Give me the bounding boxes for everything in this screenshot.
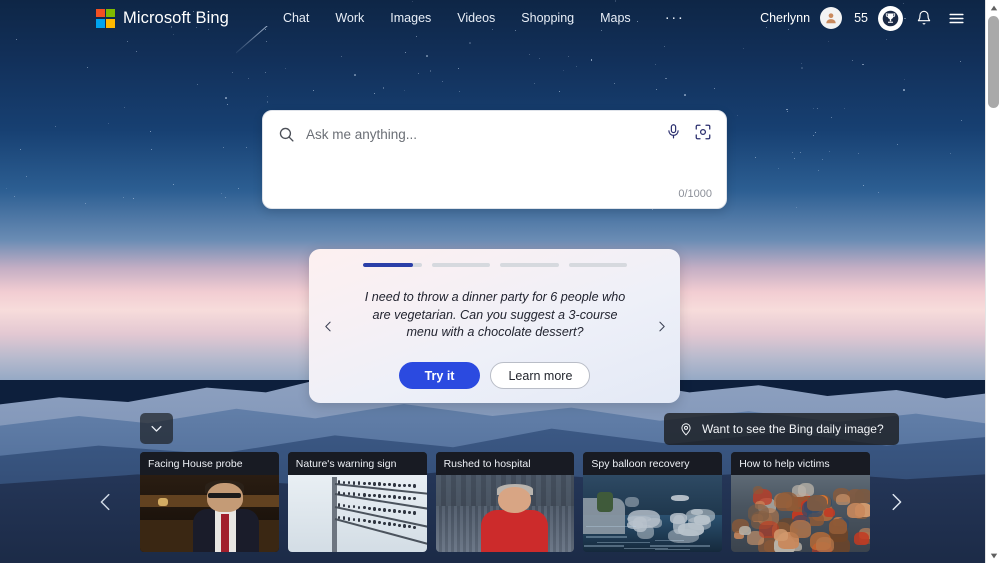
news-card-image — [583, 475, 723, 552]
person-avatar-icon — [826, 13, 836, 24]
news-card[interactable]: Facing House probe — [140, 452, 279, 552]
news-card-title: Nature's warning sign — [287, 452, 427, 475]
microphone-button[interactable] — [665, 123, 682, 145]
nav-more-button[interactable]: ··· — [665, 10, 685, 25]
microphone-icon — [668, 124, 679, 139]
nav-item-shopping[interactable]: Shopping — [521, 11, 574, 25]
news-carousel: Facing House probe Nature's warning sign… — [140, 452, 870, 552]
news-card-title: Spy balloon recovery — [583, 452, 723, 475]
chevron-right-icon — [892, 493, 902, 511]
bing-logo-link[interactable]: Microsoft Bing — [96, 8, 229, 28]
bing-homepage: Microsoft Bing Chat Work Images Videos S… — [0, 0, 1000, 563]
nav-item-videos[interactable]: Videos — [457, 11, 495, 25]
try-it-button[interactable]: Try it — [398, 362, 481, 389]
search-actions — [665, 123, 712, 146]
search-icon — [279, 127, 294, 142]
visual-search-button[interactable] — [694, 123, 712, 146]
news-card-image — [140, 475, 279, 552]
bell-icon — [917, 10, 931, 25]
search-row — [263, 111, 726, 157]
scroll-down-arrow-icon — [990, 553, 997, 558]
suggestion-actions: Try it Learn more — [309, 362, 680, 389]
location-pin-icon — [681, 423, 691, 436]
nav-item-maps[interactable]: Maps — [600, 11, 631, 25]
carousel-progress — [363, 263, 627, 267]
page-scrollbar[interactable] — [985, 0, 1000, 563]
chevron-left-icon — [100, 493, 110, 511]
notifications-button[interactable] — [913, 7, 935, 29]
header-right-cluster: Cherlynn 55 — [760, 5, 967, 31]
nav-item-images[interactable]: Images — [390, 11, 431, 25]
daily-image-label: Want to see the Bing daily image? — [702, 422, 884, 436]
scroll-up-arrow-icon — [990, 5, 997, 10]
news-card-title: Rushed to hospital — [435, 452, 575, 475]
chevron-right-icon — [658, 321, 665, 331]
news-card-image — [287, 475, 427, 552]
user-name-label: Cherlynn — [760, 11, 811, 25]
news-card-title: Facing House probe — [140, 452, 279, 475]
visual-search-camera-icon — [695, 124, 711, 139]
daily-image-button[interactable]: Want to see the Bing daily image? — [664, 413, 899, 445]
rewards-button[interactable] — [878, 5, 903, 31]
hamburger-menu-icon — [948, 13, 964, 23]
news-prev-button[interactable] — [90, 486, 122, 518]
scrollbar-thumb[interactable] — [988, 16, 999, 108]
carousel-progress-segment[interactable] — [363, 263, 422, 267]
news-card[interactable]: Spy balloon recovery — [583, 452, 723, 552]
nav-item-chat[interactable]: Chat — [283, 11, 309, 25]
news-card-title: How to help victims — [731, 452, 870, 475]
carousel-progress-segment[interactable] — [568, 263, 627, 267]
news-card[interactable]: Rushed to hospital — [435, 452, 575, 552]
news-card[interactable]: How to help victims — [731, 452, 870, 552]
news-card-image — [435, 475, 575, 552]
learn-more-button[interactable]: Learn more — [490, 362, 591, 389]
suggestion-card: I need to throw a dinner party for 6 peo… — [309, 249, 680, 403]
suggestion-next-button[interactable] — [650, 311, 672, 341]
chevron-down-icon — [151, 425, 162, 432]
nav-item-work[interactable]: Work — [335, 11, 364, 25]
news-card-image — [731, 475, 870, 552]
chevron-left-icon — [324, 321, 331, 331]
search-input[interactable] — [306, 126, 665, 142]
suggestion-prompt: I need to throw a dinner party for 6 peo… — [364, 290, 626, 339]
scroll-down-button[interactable] — [986, 548, 1000, 563]
brand-name: Microsoft Bing — [123, 8, 229, 27]
carousel-progress-segment[interactable] — [431, 263, 490, 267]
news-next-button[interactable] — [880, 486, 912, 518]
trophy-icon — [882, 10, 899, 26]
search-box: 0/1000 — [262, 110, 727, 209]
rewards-points: 55 — [854, 11, 868, 25]
primary-nav: Chat Work Images Videos Shopping Maps ··… — [283, 10, 685, 25]
app-menu-button[interactable] — [945, 7, 967, 29]
carousel-progress-segment[interactable] — [500, 263, 559, 267]
top-header: Microsoft Bing Chat Work Images Videos S… — [0, 0, 985, 36]
expand-feed-button[interactable] — [140, 413, 173, 444]
character-counter: 0/1000 — [678, 188, 712, 200]
microsoft-squares-icon — [96, 8, 115, 28]
scroll-up-button[interactable] — [986, 0, 1000, 15]
suggestion-prev-button[interactable] — [317, 311, 339, 341]
avatar[interactable] — [820, 7, 843, 29]
news-card[interactable]: Nature's warning sign — [287, 452, 427, 552]
